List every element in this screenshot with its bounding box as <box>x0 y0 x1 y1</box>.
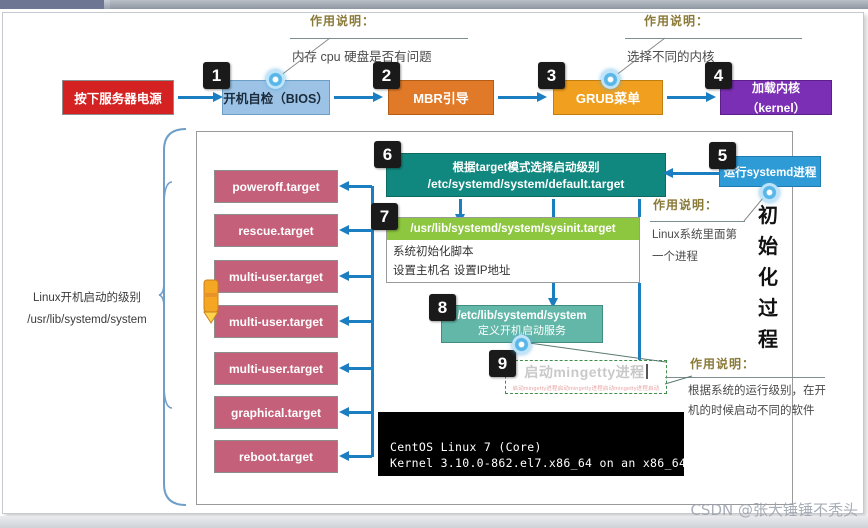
window-titlebar <box>0 0 868 9</box>
target-label-rescue: rescue.target <box>238 223 314 238</box>
hotspot-systemd[interactable] <box>760 183 779 202</box>
step6-line1: 根据target模式选择启动级别 <box>452 162 600 174</box>
arrow-to-reboot <box>339 451 372 461</box>
step-badge-1: 1 <box>203 62 230 89</box>
step7-right-drop <box>638 283 641 299</box>
flow-box-kernel[interactable]: 加载内核 （kernel） <box>720 80 832 115</box>
step8-line1: /etc/lib/systemd/system <box>457 310 587 322</box>
step-badge-9: 9 <box>489 350 516 377</box>
arrow-to-rescue <box>339 225 372 235</box>
vlabel-char-2: 始 <box>758 234 778 258</box>
target-box-poweroff[interactable]: poweroff.target <box>214 170 338 203</box>
flow-box-power[interactable]: 按下服务器电源 <box>62 80 174 115</box>
step7-box[interactable]: /usr/lib/systemd/system/sysinit.target 系… <box>386 217 640 283</box>
step-badge-6: 6 <box>374 141 401 168</box>
callout-systemd-line2: 一个进程 <box>652 251 698 263</box>
target-box-multiuser-1[interactable]: multi-user.target <box>214 260 338 293</box>
terminal-line-2: Kernel 3.10.0-862.el7.x86_64 on an x86_6… <box>390 456 687 471</box>
callout-mingetty-line1: 根据系统的运行级别，在开 <box>688 385 826 397</box>
callout-systemd-rule <box>650 221 745 222</box>
hotspot-bios[interactable] <box>266 70 285 89</box>
callout-grub-leader <box>614 37 666 77</box>
vlabel-char-1: 初 <box>758 203 778 227</box>
step6-box[interactable]: 根据target模式选择启动级别 /etc/systemd/system/def… <box>386 153 666 197</box>
step6-right-drop-1 <box>552 199 555 217</box>
target-box-multiuser-2[interactable]: multi-user.target <box>214 305 338 338</box>
titlebar-left-segment <box>0 0 104 9</box>
arrow-grub-to-kernel <box>667 92 716 102</box>
hotspot-grub[interactable] <box>601 70 620 89</box>
target-box-reboot[interactable]: reboot.target <box>214 440 338 473</box>
left-label-line1: Linux开机启动的级别 <box>33 292 141 304</box>
arrow-to-multiuser-2 <box>339 316 372 326</box>
flow-box-bios-label: 开机自检（BIOS） <box>223 92 329 106</box>
flow-box-kernel-label: 加载内核 （kernel） <box>746 79 805 116</box>
arrow-to-poweroff <box>339 181 372 191</box>
step6-line2: /etc/systemd/system/default.target <box>427 177 625 191</box>
arrow-to-graphical <box>339 407 372 417</box>
arrow-to-multiuser-3 <box>339 363 372 373</box>
step-badge-5: 5 <box>709 142 736 169</box>
terminal-line-4: Zabbix-server login: <box>390 489 535 504</box>
flow-box-kernel-line1: 加载内核 <box>751 81 800 95</box>
callout-bios-title: 作用说明： <box>310 14 376 28</box>
watermark: CSDN @张大锤锤不秃头 <box>690 501 858 519</box>
callout-mingetty-title: 作用说明： <box>690 357 756 371</box>
arrow-to-multiuser-1 <box>339 271 372 281</box>
target-box-rescue[interactable]: rescue.target <box>214 214 338 247</box>
text-caret <box>645 364 648 379</box>
step9-subtext: 启动mingetty进程启动mingetty进程启动mingetty进程启动 <box>512 386 660 392</box>
vertical-label-init-process: 初 始 化 过 程 <box>758 200 778 355</box>
target-label-multiuser-3: multi-user.target <box>228 361 324 376</box>
flow-box-grub-label: GRUB菜单 <box>575 91 641 106</box>
step6-right-drop-2 <box>638 199 641 217</box>
step9-leader <box>521 341 667 363</box>
target-box-multiuser-3[interactable]: multi-user.target <box>214 352 338 385</box>
terminal-line-1: CentOS Linux 7 (Core) <box>390 439 542 454</box>
target-label-graphical: graphical.target <box>230 405 322 420</box>
flow-box-power-label: 按下服务器电源 <box>74 92 162 106</box>
callout-mingetty-leader <box>664 375 693 385</box>
terminal-window[interactable]: CentOS Linux 7 (Core) Kernel 3.10.0-862.… <box>378 412 687 504</box>
step7-body-line1: 系统初始化脚本 <box>393 246 474 258</box>
left-curly-brace <box>158 181 173 409</box>
callout-systemd-title: 作用说明： <box>653 198 719 212</box>
vlabel-char-4: 过 <box>758 296 778 320</box>
target-label-multiuser-2: multi-user.target <box>228 314 324 329</box>
flow-box-mbr[interactable]: MBR引导 <box>388 80 494 115</box>
arrow-systemd-to-step6 <box>663 168 720 178</box>
vlabel-char-3: 化 <box>758 265 778 289</box>
vlabel-char-5: 程 <box>758 327 778 351</box>
flow-box-mbr-label: MBR引导 <box>413 91 469 106</box>
flow-box-kernel-line2: （kernel） <box>746 101 806 115</box>
callout-bios-leader <box>279 37 331 77</box>
step-badge-3: 3 <box>538 62 565 89</box>
step7-header: /usr/lib/systemd/system/sysinit.target <box>387 218 639 240</box>
step-badge-2: 2 <box>373 62 400 89</box>
step7-header-label: /usr/lib/systemd/system/sysinit.target <box>410 223 616 235</box>
arrow-power-to-bios <box>178 92 223 102</box>
step-badge-7: 7 <box>371 203 398 230</box>
left-label: Linux开机启动的级别 /usr/lib/systemd/system <box>12 288 162 332</box>
callout-grub-title: 作用说明： <box>644 14 710 28</box>
highlighter-marker-icon <box>203 279 219 324</box>
slide-canvas: 按下服务器电源 1 开机自检（BIOS） 2 MBR引导 3 GRUB菜单 4 … <box>0 0 868 528</box>
titlebar-right-segment <box>110 0 868 9</box>
callout-mingetty-line2: 机的时候启动不同的软件 <box>688 405 815 417</box>
step-badge-4: 4 <box>705 62 732 89</box>
left-label-line2: /usr/lib/systemd/system <box>27 313 147 326</box>
step-badge-8: 8 <box>429 294 456 321</box>
arrow-mbr-to-grub <box>498 92 547 102</box>
step5-label: 运行systemd进程 <box>723 166 817 179</box>
target-label-reboot: reboot.target <box>238 449 313 464</box>
target-label-poweroff: poweroff.target <box>232 179 320 194</box>
target-box-graphical[interactable]: graphical.target <box>214 396 338 429</box>
target-label-multiuser-1: multi-user.target <box>228 269 324 284</box>
step7-body-line2: 设置主机名 设置IP地址 <box>393 265 511 277</box>
arrow-step6-to-step7 <box>455 199 465 224</box>
hotspot-step8[interactable] <box>512 335 531 354</box>
arrow-bios-to-mbr <box>334 92 383 102</box>
arrow-step7-to-step8 <box>548 283 558 308</box>
callout-systemd-line1: Linux系统里面第 <box>652 229 737 241</box>
